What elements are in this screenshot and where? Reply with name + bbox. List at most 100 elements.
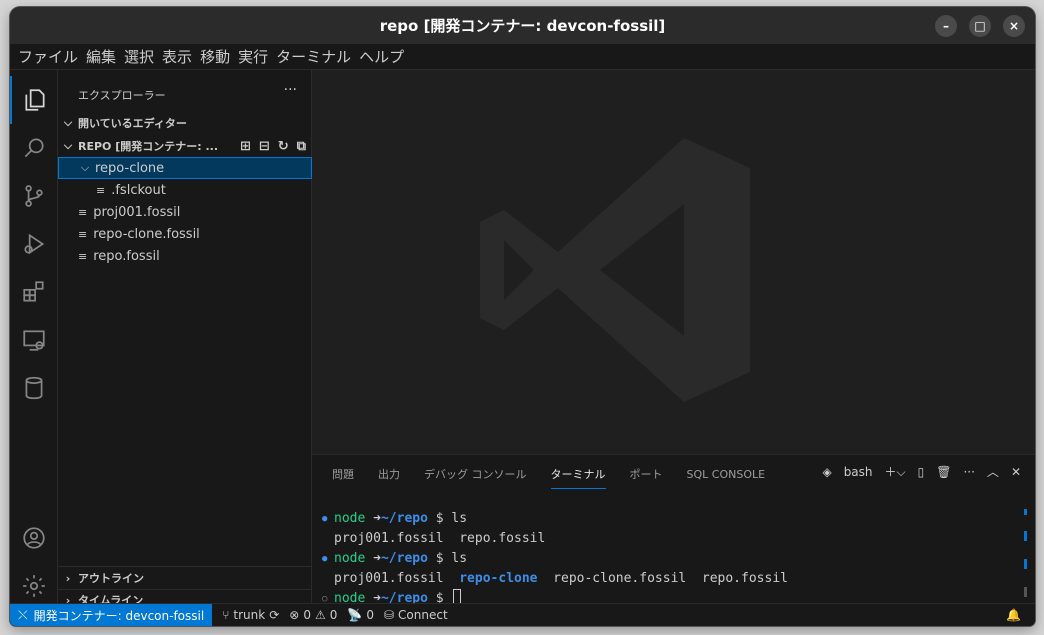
menu-help[interactable]: ヘルプ <box>355 46 408 67</box>
tree-item-repo-fossil[interactable]: ≡ repo.fossil <box>58 245 312 267</box>
refresh-icon[interactable]: ↻ <box>278 139 289 154</box>
remote-indicator[interactable]: ⤬ 開発コンテナー: devcon-fossil <box>10 603 213 626</box>
scroll-marker <box>1024 587 1027 597</box>
bell-icon[interactable]: 🔔 <box>1006 608 1021 622</box>
menu-file[interactable]: ファイル <box>14 46 82 67</box>
remote-icon: ⤬ <box>18 607 28 622</box>
prompt-dollar: $ <box>435 511 444 526</box>
file-lines-icon: ≡ <box>78 227 88 241</box>
tree-item-fslckout[interactable]: ≡ .fslckout <box>58 179 312 201</box>
explorer-icon[interactable] <box>10 76 58 124</box>
prompt-user: node <box>334 551 366 566</box>
repo-section[interactable]: ⌵ REPO [開発コンテナー: ... ⊞ ⊟ ↻ ⧉ <box>58 135 312 157</box>
repo-section-label: REPO [開発コンテナー: ... <box>78 140 219 153</box>
tab-output[interactable]: 出力 <box>378 461 400 489</box>
database-icon[interactable] <box>10 364 58 412</box>
scroll-marker <box>1024 559 1027 569</box>
new-terminal-icon[interactable]: ＋⌵ <box>885 463 906 480</box>
terminal-output[interactable]: ● node ➜ ~/repo $ ls proj001.fossil repo… <box>322 509 788 609</box>
database-icon: ⛁ <box>383 608 395 622</box>
terminal-output-line: proj001.fossil repo.fossil <box>334 531 546 546</box>
search-icon[interactable] <box>10 124 58 172</box>
prompt-cwd: ~/repo <box>380 511 428 526</box>
outline-label: アウトライン <box>78 572 144 585</box>
account-icon[interactable] <box>10 514 58 562</box>
menu-bar: ファイル 編集 選択 表示 移動 実行 ターミナル ヘルプ <box>10 44 1035 70</box>
open-editors-section[interactable]: ⌵ 開いているエディター <box>58 112 312 134</box>
terminal-shell-icon: ◈ <box>822 464 832 479</box>
tab-terminal[interactable]: ターミナル <box>550 461 606 489</box>
command-status-icon: ● <box>322 514 328 524</box>
chevron-down-icon: ⌵ <box>80 161 90 174</box>
ports-status[interactable]: 📡 0 <box>347 608 374 622</box>
minimize-button[interactable]: – <box>935 15 957 37</box>
terminal-command: ls <box>451 511 468 526</box>
remote-explorer-icon[interactable] <box>10 316 58 364</box>
tab-problems[interactable]: 問題 <box>332 461 354 489</box>
run-debug-icon[interactable] <box>10 220 58 268</box>
maximize-panel-icon[interactable]: ︿ <box>987 463 999 480</box>
split-terminal-icon[interactable]: ▯ <box>918 465 925 479</box>
command-status-icon: ● <box>322 554 328 564</box>
prompt-arrow: ➜ <box>373 551 381 566</box>
panel-actions: ◈ bash ＋⌵ ▯ 🗑 ··· ︿ ✕ <box>822 463 1021 480</box>
menu-selection[interactable]: 選択 <box>120 46 158 67</box>
new-file-icon[interactable]: ⊞ <box>240 139 251 154</box>
terminal-dir-name: repo-clone <box>459 571 538 586</box>
terminal-output-text: repo-clone.fossil repo.fossil <box>537 571 788 586</box>
menu-terminal[interactable]: ターミナル <box>272 46 355 67</box>
section-actions: ⊞ ⊟ ↻ ⧉ <box>240 139 306 154</box>
chevron-right-icon: › <box>65 571 71 585</box>
close-button[interactable]: × <box>1003 15 1025 37</box>
file-lines-icon: ≡ <box>96 183 106 197</box>
tree-item-label: proj001.fossil <box>93 204 181 220</box>
connect-label: Connect <box>398 608 448 622</box>
file-lines-icon: ≡ <box>78 205 88 219</box>
tree-item-label: repo-clone <box>95 160 165 176</box>
terminal-output-text: proj001.fossil <box>334 571 460 586</box>
panel-tabs: 問題 出力 デバッグ コンソール ターミナル ポート SQL CONSOLE <box>332 461 765 489</box>
branch-icon: ⑂ <box>222 608 230 622</box>
tab-debug-console[interactable]: デバッグ コンソール <box>424 461 527 489</box>
more-icon[interactable]: ··· <box>963 465 974 479</box>
terminal-command: ls <box>451 551 468 566</box>
problems-status[interactable]: ⊗ 0 ⚠ 0 <box>289 608 337 622</box>
explorer-sidebar: エクスプローラー ··· ⌵ 開いているエディター ⌵ REPO [開発コンテナ… <box>58 70 312 607</box>
sync-icon: ⟳ <box>269 608 280 622</box>
chevron-down-icon: ⌵ <box>63 116 73 129</box>
menu-edit[interactable]: 編集 <box>82 46 120 67</box>
terminal-line: proj001.fossil repo-clone repo-clone.fos… <box>322 569 788 589</box>
error-count: 0 <box>303 608 311 622</box>
close-panel-icon[interactable]: ✕ <box>1011 465 1021 479</box>
terminal-line: ● node ➜ ~/repo $ ls <box>322 509 788 529</box>
tab-sql-console[interactable]: SQL CONSOLE <box>687 461 766 489</box>
prompt-dollar: $ <box>435 551 444 566</box>
menu-run[interactable]: 実行 <box>234 46 272 67</box>
outline-section[interactable]: › アウトライン <box>58 567 312 589</box>
branch-name: trunk <box>233 608 266 622</box>
tree-item-label: repo-clone.fossil <box>93 226 200 242</box>
tree-folder-repo-clone[interactable]: ⌵ repo-clone <box>58 157 312 179</box>
remote-label: 開発コンテナー: devcon-fossil <box>33 608 205 623</box>
menu-go[interactable]: 移動 <box>196 46 234 67</box>
more-actions-icon[interactable]: ··· <box>284 82 297 98</box>
status-bar: ⤬ 開発コンテナー: devcon-fossil ⑂ trunk ⟳ ⊗ 0 ⚠… <box>10 603 1035 626</box>
tree-item-repo-clone-fossil[interactable]: ≡ repo-clone.fossil <box>58 223 312 245</box>
tab-ports[interactable]: ポート <box>630 461 663 489</box>
extensions-icon[interactable] <box>10 268 58 316</box>
connect-status[interactable]: ⛁ Connect <box>384 608 448 622</box>
source-control-icon[interactable] <box>10 172 58 220</box>
new-folder-icon[interactable]: ⊟ <box>259 139 270 154</box>
collapse-all-icon[interactable]: ⧉ <box>297 139 306 154</box>
chevron-down-icon: ⌵ <box>63 139 73 152</box>
vscode-logo-watermark <box>480 138 750 402</box>
trash-icon[interactable]: 🗑 <box>936 465 951 479</box>
maximize-button[interactable]: □ <box>969 15 991 37</box>
shell-name[interactable]: bash <box>844 465 873 479</box>
branch-status[interactable]: ⑂ trunk ⟳ <box>222 608 279 622</box>
scroll-marker <box>1024 509 1027 515</box>
tree-item-proj001[interactable]: ≡ proj001.fossil <box>58 201 312 223</box>
menu-view[interactable]: 表示 <box>158 46 196 67</box>
title-bar: repo [開発コンテナー: devcon-fossil] – □ × <box>10 7 1035 44</box>
bottom-panel: 問題 出力 デバッグ コンソール ターミナル ポート SQL CONSOLE ◈… <box>312 454 1035 606</box>
